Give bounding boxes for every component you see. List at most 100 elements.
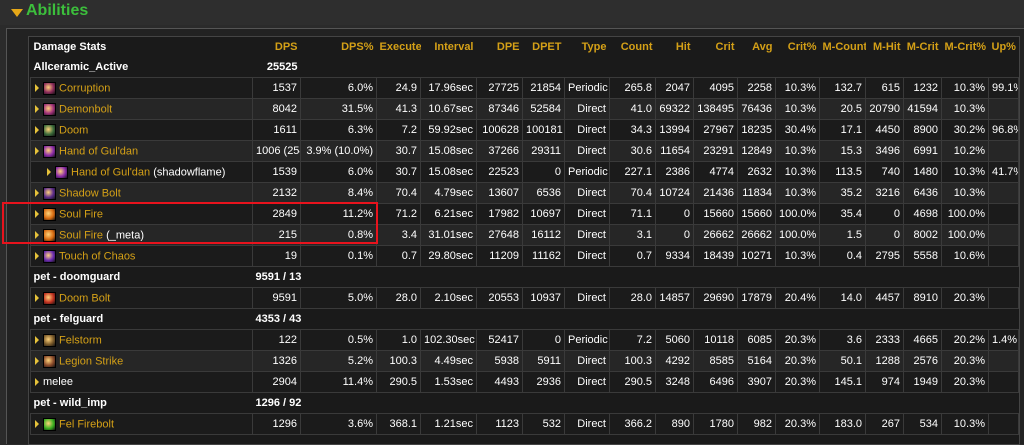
ability-name[interactable]: Soul Fire (_meta) (59, 229, 144, 241)
table-row[interactable]: Felstorm 122 0.5% 1.0 102.30sec 52417 0 Periodi… (30, 329, 1019, 351)
column-header-dps[interactable]: DPS (252, 37, 301, 57)
group-empty-cell (564, 392, 610, 414)
ability-name[interactable]: Felstorm (59, 334, 102, 346)
expand-arrow-icon[interactable] (35, 84, 39, 92)
ability-name-cell[interactable]: Legion Strike (30, 350, 253, 372)
ability-name-text[interactable]: Felstorm (59, 334, 102, 346)
ability-name-cell[interactable]: Doom Bolt (30, 287, 253, 309)
ability-name-cell[interactable]: Doom (30, 119, 253, 141)
expand-arrow-icon[interactable] (47, 168, 51, 176)
expand-arrow-icon[interactable] (35, 420, 39, 428)
ability-name-cell[interactable]: Hand of Gul'dan (30, 140, 253, 162)
ability-name-text[interactable]: Doom Bolt (59, 292, 110, 304)
column-header-crit-[interactable]: Crit% (775, 37, 820, 57)
column-header-m-crit-[interactable]: M-Crit% (941, 37, 989, 57)
expand-arrow-icon[interactable] (35, 147, 39, 155)
group-empty-cell (476, 308, 523, 330)
expand-arrow-icon[interactable] (35, 126, 39, 134)
column-header-execute[interactable]: Execute (376, 37, 421, 57)
ability-name[interactable]: Hand of Gul'dan (59, 145, 138, 157)
table-row[interactable]: Soul Fire 2849 11.2% 71.2 6.21sec 17982 10697 D… (30, 203, 1019, 225)
ability-name-text[interactable]: melee (43, 376, 73, 388)
ability-name[interactable]: Soul Fire (59, 208, 103, 220)
ability-name-cell[interactable]: Soul Fire (_meta) (30, 224, 253, 246)
ability-name-cell[interactable]: melee (30, 371, 253, 393)
table-row[interactable]: Doom Bolt 9591 5.0% 28.0 2.10sec 20553 10937 Di… (30, 287, 1019, 309)
column-header-dpet[interactable]: DPET (522, 37, 565, 57)
column-header-dps-[interactable]: DPS% (300, 37, 377, 57)
table-row[interactable]: Shadow Bolt 2132 8.4% 70.4 4.79sec 13607 6536 D… (30, 182, 1019, 204)
table-row[interactable]: Demonbolt 8042 31.5% 41.3 10.67sec 87346 52584… (30, 98, 1019, 120)
expand-arrow-icon[interactable] (35, 189, 39, 197)
stat-cell-m-count: 183.0 (819, 413, 866, 435)
ability-name-text[interactable]: Fel Firebolt (59, 418, 114, 430)
expand-arrow-icon[interactable] (35, 357, 39, 365)
ability-name-cell[interactable]: Felstorm (30, 329, 253, 351)
collapse-triangle-icon[interactable] (11, 9, 23, 17)
group-empty-cell (476, 266, 523, 288)
ability-name-text[interactable]: Corruption (59, 82, 110, 94)
ability-name-cell[interactable]: Fel Firebolt (30, 413, 253, 435)
stat-cell-up- (988, 350, 1019, 372)
ability-name-cell[interactable]: Shadow Bolt (30, 182, 253, 204)
ability-name[interactable]: Doom (59, 124, 88, 136)
ability-name-text[interactable]: Legion Strike (59, 355, 123, 367)
expand-arrow-icon[interactable] (35, 294, 39, 302)
table-row[interactable]: Soul Fire (_meta) 215 0.8% 3.4 31.01sec 27648… (30, 224, 1019, 246)
group-empty-cell (941, 266, 989, 288)
ability-name-text[interactable]: Soul Fire (59, 208, 103, 220)
group-empty-cell (420, 57, 477, 78)
table-row[interactable]: Fel Firebolt 1296 3.6% 368.1 1.21sec 1123 532 D… (30, 413, 1019, 435)
ability-name-text[interactable]: Soul Fire (59, 229, 103, 241)
ability-name[interactable]: Touch of Chaos (59, 250, 135, 262)
column-header-m-crit[interactable]: M-Crit (903, 37, 942, 57)
column-header-interval[interactable]: Interval (420, 37, 477, 57)
ability-name-cell[interactable]: Touch of Chaos (30, 245, 253, 267)
column-header-type[interactable]: Type (564, 37, 610, 57)
ability-name-text[interactable]: Hand of Gul'dan (71, 166, 150, 178)
ability-name-cell[interactable]: Soul Fire (30, 203, 253, 225)
ability-name-text[interactable]: Hand of Gul'dan (59, 145, 138, 157)
column-header-m-hit[interactable]: M-Hit (865, 37, 904, 57)
ability-name-cell[interactable]: Corruption (30, 77, 253, 99)
ability-name-text[interactable]: Doom (59, 124, 88, 136)
table-row[interactable]: Doom 1611 6.3% 7.2 59.92sec 100628 100181 Direc… (30, 119, 1019, 141)
table-row[interactable]: melee 2904 11.4% 290.5 1.53sec 4493 2936 Direct… (30, 371, 1019, 393)
expand-arrow-icon[interactable] (35, 378, 39, 387)
column-header-m-count[interactable]: M-Count (819, 37, 866, 57)
ability-name-text[interactable]: Shadow Bolt (59, 187, 121, 199)
stat-cell-m-crit-: 20.3% (941, 371, 989, 393)
column-header-up-[interactable]: Up% (988, 37, 1019, 57)
ability-name-text[interactable]: Demonbolt (59, 103, 112, 115)
expand-arrow-icon[interactable] (35, 105, 39, 113)
expand-arrow-icon[interactable] (35, 252, 39, 260)
column-header-count[interactable]: Count (609, 37, 656, 57)
column-header-avg[interactable]: Avg (737, 37, 776, 57)
column-header-crit[interactable]: Crit (693, 37, 738, 57)
ability-name-cell[interactable]: Hand of Gul'dan (shadowflame) (30, 161, 253, 183)
ability-name-text[interactable]: Touch of Chaos (59, 250, 135, 262)
stat-cell-crit: 27967 (693, 119, 738, 141)
ability-name[interactable]: Legion Strike (59, 355, 123, 367)
table-row[interactable]: Corruption 1537 6.0% 24.9 17.96sec 27725 21854… (30, 77, 1019, 99)
table-row[interactable]: Legion Strike 1326 5.2% 100.3 4.49sec 5938 591… (30, 350, 1019, 372)
ability-name[interactable]: Doom Bolt (59, 292, 110, 304)
section-header[interactable]: Abilities (0, 0, 1024, 25)
ability-name[interactable]: Corruption (59, 82, 110, 94)
expand-arrow-icon[interactable] (35, 210, 39, 218)
ability-name-cell[interactable]: Demonbolt (30, 98, 253, 120)
expand-arrow-icon[interactable] (35, 231, 39, 239)
ability-name[interactable]: Hand of Gul'dan (shadowflame) (71, 166, 225, 178)
ability-name[interactable]: Fel Firebolt (59, 418, 114, 430)
column-header-dpe[interactable]: DPE (476, 37, 523, 57)
table-row[interactable]: Touch of Chaos 19 0.1% 0.7 29.80sec 11209 1116… (30, 245, 1019, 267)
ability-name[interactable]: Shadow Bolt (59, 187, 121, 199)
group-empty-cell (819, 57, 866, 78)
expand-arrow-icon[interactable] (35, 336, 39, 344)
column-header-hit[interactable]: Hit (655, 37, 694, 57)
column-header-damage-stats[interactable]: Damage Stats (30, 37, 253, 57)
ability-name[interactable]: melee (43, 376, 73, 388)
table-row[interactable]: Hand of Gul'dan1006 (2546)3.9% (10.0%)30… (30, 140, 1019, 162)
ability-name[interactable]: Demonbolt (59, 103, 112, 115)
table-row[interactable]: Hand of Gul'dan (shadowflame) 1539 6.0% 30.… (30, 161, 1019, 183)
